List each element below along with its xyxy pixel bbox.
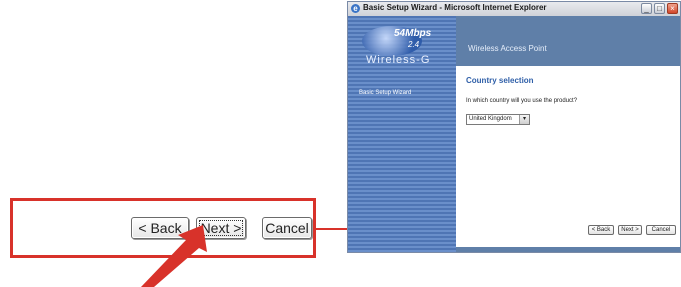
window-controls: _ □ × <box>641 3 678 14</box>
logo-speed: 54Mbps <box>394 28 432 39</box>
window-title: Basic Setup Wizard - Microsoft Internet … <box>363 3 547 12</box>
minimize-icon[interactable]: _ <box>641 3 652 14</box>
back-button-enlarged[interactable]: < Back <box>131 217 189 239</box>
wizard-header: Wireless Access Point <box>456 16 680 66</box>
cancel-button-enlarged[interactable]: Cancel <box>262 217 312 239</box>
back-button[interactable]: < Back <box>588 225 614 235</box>
footer-bar <box>456 247 680 252</box>
country-select[interactable]: United Kingdom ▾ <box>466 114 530 125</box>
header-title: Wireless Access Point <box>468 44 547 53</box>
next-button[interactable]: Next > <box>618 225 642 235</box>
sidebar-item-basic-setup-wizard[interactable]: Basic Setup Wizard <box>359 90 411 96</box>
wireless-g-logo: 54Mbps 2.4 Wireless-G <box>352 22 452 70</box>
cancel-button[interactable]: Cancel <box>646 225 676 235</box>
logo-brand: Wireless-G <box>366 54 431 66</box>
close-icon[interactable]: × <box>667 3 678 14</box>
ie-icon: e <box>351 4 360 13</box>
chevron-down-icon[interactable]: ▾ <box>519 115 529 124</box>
country-question: In which country will you use the produc… <box>466 98 578 104</box>
next-button-enlarged[interactable]: Next > <box>196 217 246 239</box>
country-select-value: United Kingdom <box>469 116 512 122</box>
browser-window: e Basic Setup Wizard - Microsoft Interne… <box>347 1 681 253</box>
wizard-content: Country selection In which country will … <box>456 66 680 252</box>
maximize-icon[interactable]: □ <box>654 3 665 14</box>
title-bar: e Basic Setup Wizard - Microsoft Interne… <box>348 2 680 17</box>
logo-band: 2.4 <box>408 40 420 49</box>
wizard-sidebar: 54Mbps 2.4 Wireless-G Basic Setup Wizard <box>348 16 456 252</box>
section-title: Country selection <box>466 76 534 85</box>
